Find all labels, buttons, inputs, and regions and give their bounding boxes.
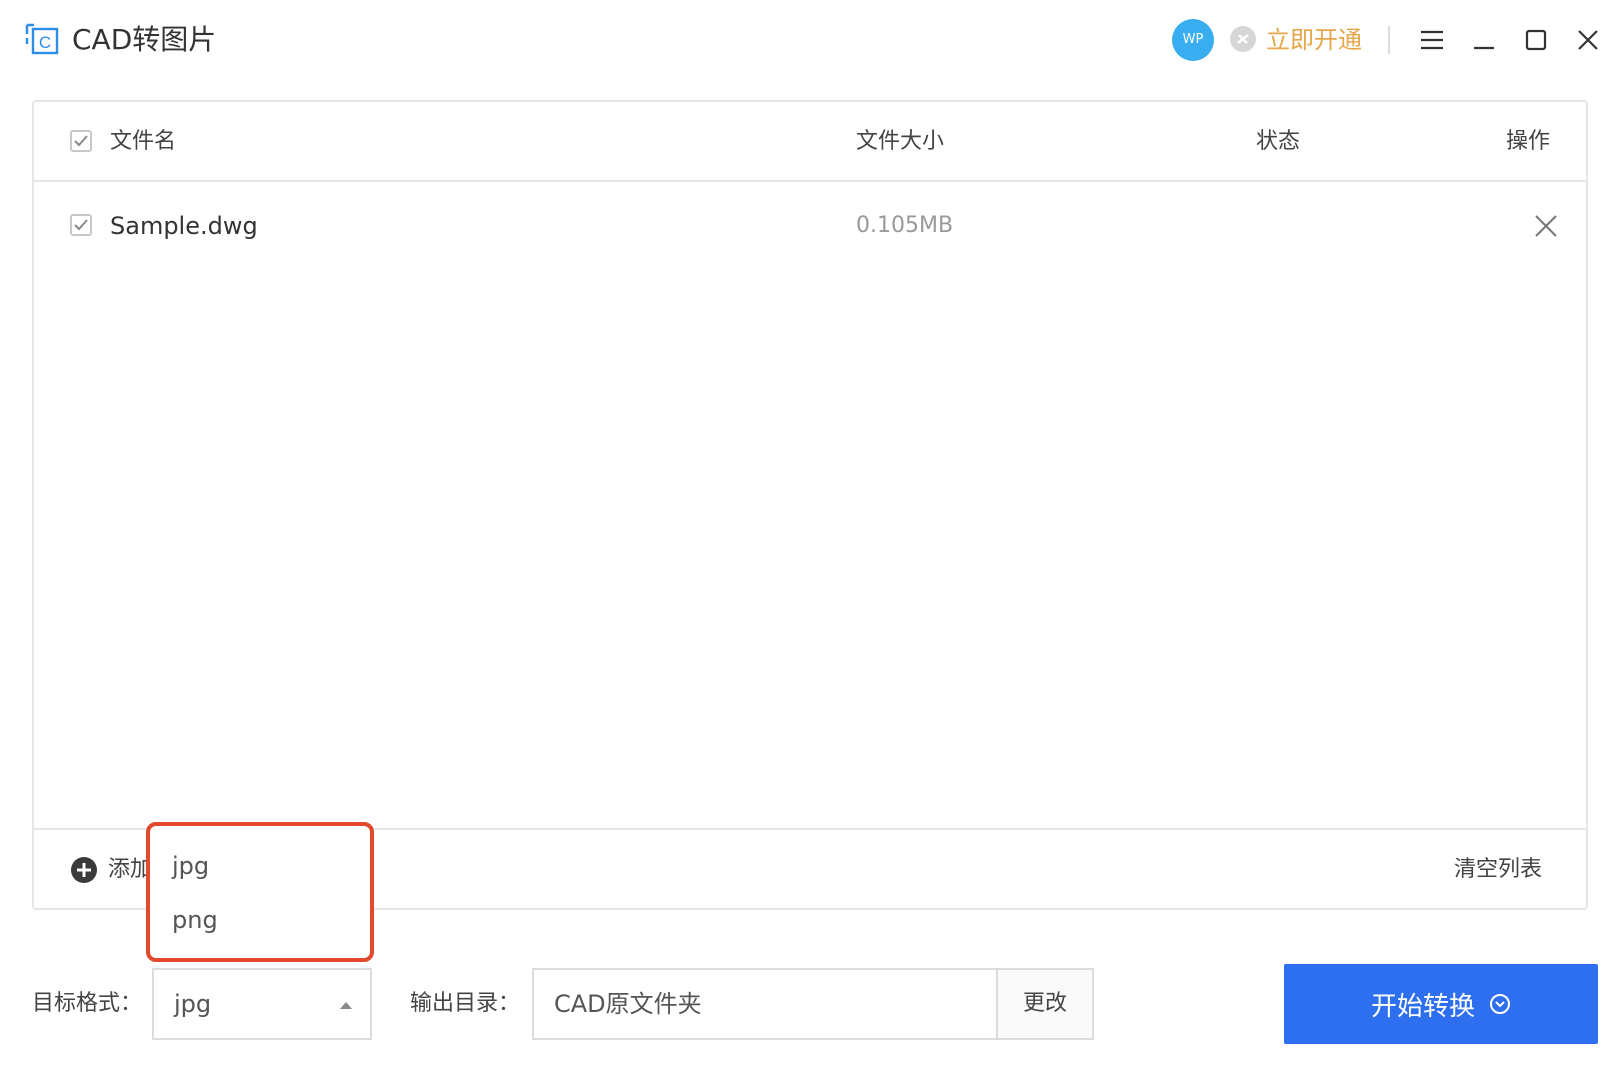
close-window-button[interactable] bbox=[1568, 20, 1608, 60]
activate-vip-link[interactable]: 立即开通 bbox=[1266, 20, 1362, 60]
hamburger-menu-icon bbox=[1421, 30, 1443, 50]
maximize-icon bbox=[1525, 29, 1547, 51]
format-option-png[interactable]: png bbox=[172, 900, 218, 940]
header-file-name: 文件名 bbox=[110, 129, 177, 154]
clear-list-button[interactable]: 清空列表 bbox=[1454, 850, 1542, 890]
target-format-label: 目标格式： bbox=[32, 991, 143, 1016]
remove-file-button[interactable] bbox=[1528, 208, 1564, 244]
file-list-panel: 文件名 文件大小 状态 操作 Sample.dwg 0.105MB 添加 清空列… bbox=[32, 100, 1588, 910]
user-avatar[interactable]: WP bbox=[1172, 19, 1214, 61]
format-option-jpg[interactable]: jpg bbox=[172, 846, 209, 886]
title-bar: C CAD转图片 WP 立即开通 bbox=[0, 0, 1614, 80]
format-dropdown-menu: jpg png bbox=[146, 822, 374, 962]
cad-logo-icon: C bbox=[25, 23, 59, 55]
chevron-down-circle-icon bbox=[1490, 994, 1510, 1014]
check-icon bbox=[74, 219, 88, 231]
minimize-icon bbox=[1474, 46, 1494, 50]
vip-badge-icon bbox=[1230, 26, 1256, 52]
app-title: CAD转图片 bbox=[72, 23, 217, 56]
file-name-cell: Sample.dwg bbox=[110, 212, 258, 240]
caret-up-icon bbox=[340, 1002, 352, 1009]
menu-button[interactable] bbox=[1412, 20, 1452, 60]
close-icon bbox=[1578, 30, 1598, 50]
title-divider bbox=[1388, 26, 1390, 54]
start-convert-button[interactable]: 开始转换 bbox=[1284, 964, 1598, 1044]
header-status: 状态 bbox=[1256, 129, 1301, 154]
select-all-checkbox[interactable] bbox=[70, 130, 92, 152]
output-dir-label: 输出目录： bbox=[410, 991, 521, 1016]
table-row: Sample.dwg 0.105MB bbox=[34, 182, 1586, 272]
check-icon bbox=[74, 135, 88, 147]
header-file-size: 文件大小 bbox=[856, 129, 945, 154]
target-format-select[interactable]: jpg bbox=[152, 968, 372, 1040]
format-selected-value: jpg bbox=[174, 990, 212, 1018]
add-circle-icon[interactable] bbox=[70, 856, 98, 884]
output-dir-field[interactable]: CAD原文件夹 bbox=[532, 968, 996, 1040]
row-checkbox[interactable] bbox=[70, 214, 92, 236]
change-output-button[interactable]: 更改 bbox=[996, 968, 1094, 1040]
output-dir-value: CAD原文件夹 bbox=[554, 990, 702, 1018]
file-size-cell: 0.105MB bbox=[856, 213, 954, 238]
maximize-button[interactable] bbox=[1516, 20, 1556, 60]
close-icon bbox=[1535, 215, 1557, 237]
minimize-button[interactable] bbox=[1464, 20, 1504, 60]
svg-text:C: C bbox=[39, 33, 51, 52]
table-header: 文件名 文件大小 状态 操作 bbox=[34, 102, 1586, 182]
header-actions: 操作 bbox=[1506, 129, 1551, 154]
start-convert-label: 开始转换 bbox=[1370, 991, 1475, 1022]
